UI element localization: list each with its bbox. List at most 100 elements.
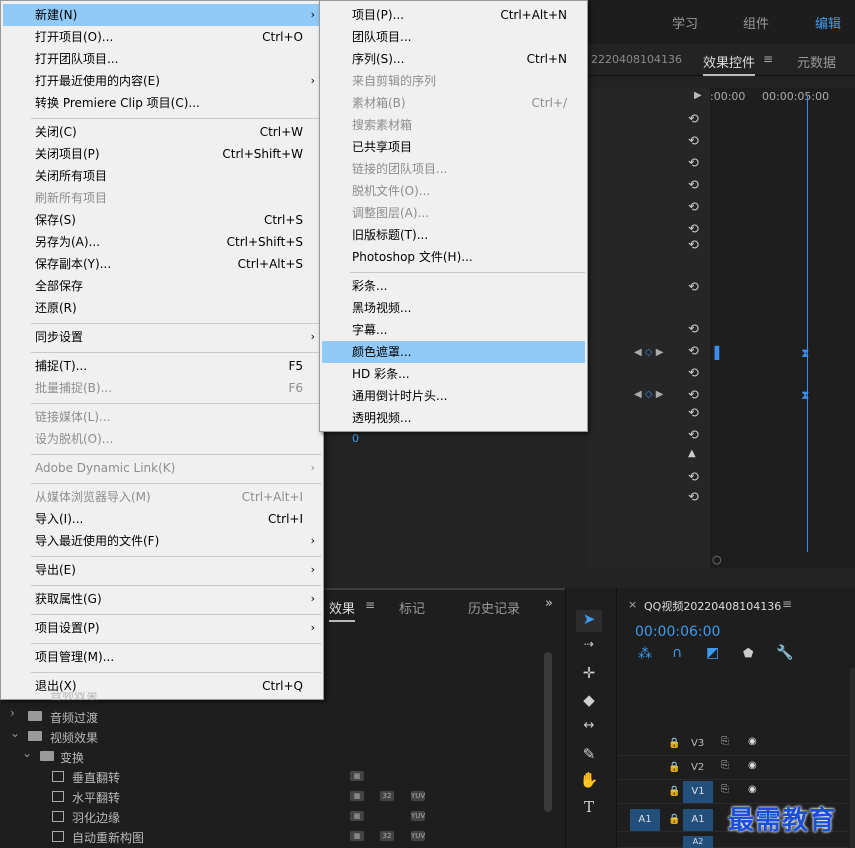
keyframe-icon[interactable]: ▐ [710,346,719,360]
lock-icon[interactable]: 🔒 [668,762,680,773]
menu-item-save-copy[interactable]: 保存副本(Y)... Ctrl+Alt+S [3,253,321,275]
scrollbar[interactable] [544,652,552,812]
submenu-item-countdown-leader[interactable]: 通用倒计时片头... [322,385,585,407]
menu-item-get-properties[interactable]: 获取属性(G) › [3,588,321,610]
reset-icon[interactable]: ⟲ [688,134,699,149]
slip-tool-icon[interactable]: ↔ [576,718,602,740]
keyframe-nav-icon[interactable]: ◀ ◇ ▶ [634,389,663,400]
submenu-item-transparent-video[interactable]: 透明视频... [322,407,585,429]
reset-icon[interactable]: ⟲ [688,344,699,359]
scroll-handle-icon[interactable]: ○ [712,553,722,566]
menu-item-open-team-project[interactable]: 打开团队项目... [3,48,321,70]
menu-item-save[interactable]: 保存(S) Ctrl+S [3,209,321,231]
menu-item-capture[interactable]: 捕捉(T)... F5 [3,355,321,377]
tree-row[interactable]: › 音频过渡 [0,706,545,726]
timeline-title[interactable]: QQ视频20220408104136 [644,598,781,614]
reset-icon[interactable]: ⟲ [688,406,699,421]
track-target-a1[interactable]: A1 [683,809,713,831]
tab-menu-icon[interactable]: ≡ [763,52,773,66]
tree-row[interactable]: 自动重新构图 ▦ 32 YUV [0,826,545,846]
selection-tool-icon[interactable]: ➤ [576,610,602,632]
close-icon[interactable]: × [628,598,637,611]
overflow-icon[interactable]: » [545,596,553,611]
reset-icon[interactable]: ⟲ [688,470,699,485]
eye-icon[interactable]: ◉ [748,784,757,795]
submenu-item-project[interactable]: 项目(P)... Ctrl+Alt+N [322,4,585,26]
keyframe-icon[interactable]: ⧗ [801,388,809,403]
menu-item-project-settings[interactable]: 项目设置(P) › [3,617,321,639]
menu-item-new[interactable]: 新建(N) › [3,4,321,26]
workspace-tab-editing[interactable]: 编辑 [815,13,841,32]
lock-icon[interactable]: 🔒 [668,814,680,825]
tab-markers[interactable]: 标记 [399,598,425,617]
lock-icon[interactable]: 🔒 [668,738,680,749]
menu-item-save-all[interactable]: 全部保存 [3,275,321,297]
type-tool-icon[interactable]: T [576,798,602,820]
menu-item-open-project[interactable]: 打开项目(O)... Ctrl+O [3,26,321,48]
menu-item-close-all-projects[interactable]: 关闭所有项目 [3,165,321,187]
submenu-item-shared-project[interactable]: 已共享项目 [322,136,585,158]
track-v3[interactable]: 🔒 V3 ⎘ ◉ [618,732,855,756]
submenu-item-black-video[interactable]: 黑场视频... [322,297,585,319]
reset-icon[interactable]: ⟲ [688,280,699,295]
tree-row[interactable]: ⌄ 视频效果 [0,726,545,746]
keyframe-icon[interactable]: ⧗ [801,346,809,361]
reset-icon[interactable]: ⟲ [688,222,699,237]
eye-icon[interactable]: ◉ [748,736,757,747]
track-v2[interactable]: 🔒 V2 ⎘ ◉ [618,756,855,780]
pen-tool-icon[interactable]: ✎ [576,745,602,767]
hand-tool-icon[interactable]: ✋ [576,771,602,793]
tree-row[interactable]: 垂直翻转 ▦ [0,766,545,786]
menu-item-close[interactable]: 关闭(C) Ctrl+W [3,121,321,143]
lock-icon[interactable]: 🔒 [668,786,680,797]
menu-item-save-as[interactable]: 另存为(A)... Ctrl+Shift+S [3,231,321,253]
sync-icon[interactable]: ⎘ [721,760,729,771]
menu-item-open-recent[interactable]: 打开最近使用的内容(E) › [3,70,321,92]
wrench-icon[interactable]: 🔧 [776,645,793,661]
submenu-item-hd-bars[interactable]: HD 彩条... [322,363,585,385]
reset-icon[interactable]: ⟲ [688,200,699,215]
sync-icon[interactable]: ⎘ [721,784,729,795]
submenu-item-bars-tone[interactable]: 彩条... [322,275,585,297]
razor-tool-icon[interactable]: ◆ [576,691,602,713]
reset-icon[interactable]: ⟲ [688,238,699,253]
track-a2[interactable]: A2 [618,836,855,848]
reset-icon[interactable]: ⟲ [688,322,699,337]
tree-row[interactable]: ⌄ 变换 [0,746,545,766]
tab-effects[interactable]: 效果 [329,598,356,622]
sync-icon[interactable]: ⎘ [721,736,729,747]
ripple-edit-tool-icon[interactable]: ✛ [576,664,602,686]
marker-icon[interactable]: ⬟ [743,646,753,660]
track-target-a2[interactable]: A2 [683,836,713,848]
tab-metadata[interactable]: 元数据 [797,52,836,71]
param-value[interactable]: 0 [352,432,359,445]
source-patch-a1[interactable]: A1 [630,809,660,831]
submenu-item-team-project[interactable]: 团队项目... [322,26,585,48]
menu-item-export[interactable]: 导出(E) › [3,559,321,581]
submenu-item-color-matte[interactable]: 颜色遮罩... [322,341,585,363]
submenu-item-captions[interactable]: 字幕... [322,319,585,341]
tree-row[interactable]: 水平翻转 ▦ 32 YUV [0,786,545,806]
submenu-item-photoshop-file[interactable]: Photoshop 文件(H)... [322,246,585,268]
tree-row[interactable]: 音频效果 [0,692,545,706]
reset-icon[interactable]: ⟲ [688,366,699,381]
reset-icon[interactable]: ⟲ [688,156,699,171]
tab-menu-icon[interactable]: ≡ [365,598,375,612]
workspace-tab-assembly[interactable]: 组件 [743,13,769,32]
tab-history[interactable]: 历史记录 [468,598,520,617]
reset-icon[interactable]: ⟲ [688,428,699,443]
menu-item-project-manager[interactable]: 项目管理(M)... [3,646,321,668]
menu-item-revert[interactable]: 还原(R) [3,297,321,319]
menu-item-import-recent[interactable]: 导入最近使用的文件(F) › [3,530,321,552]
workspace-tab-learn[interactable]: 学习 [672,13,698,32]
timeline-timecode[interactable]: 00:00:06:00 [635,624,720,640]
eye-icon[interactable]: ◉ [748,760,757,771]
submenu-item-legacy-title[interactable]: 旧版标题(T)... [322,224,585,246]
reset-icon[interactable]: ⟲ [688,178,699,193]
reset-icon[interactable]: ⟲ [688,112,699,127]
nest-icon[interactable]: ⁂ [638,646,652,662]
submenu-item-sequence[interactable]: 序列(S)... Ctrl+N [322,48,585,70]
play-triangle-icon[interactable]: ▶ [694,90,702,101]
track-select-tool-icon[interactable]: ⇢ [576,637,602,659]
linked-selection-icon[interactable]: ◩ [706,645,719,661]
